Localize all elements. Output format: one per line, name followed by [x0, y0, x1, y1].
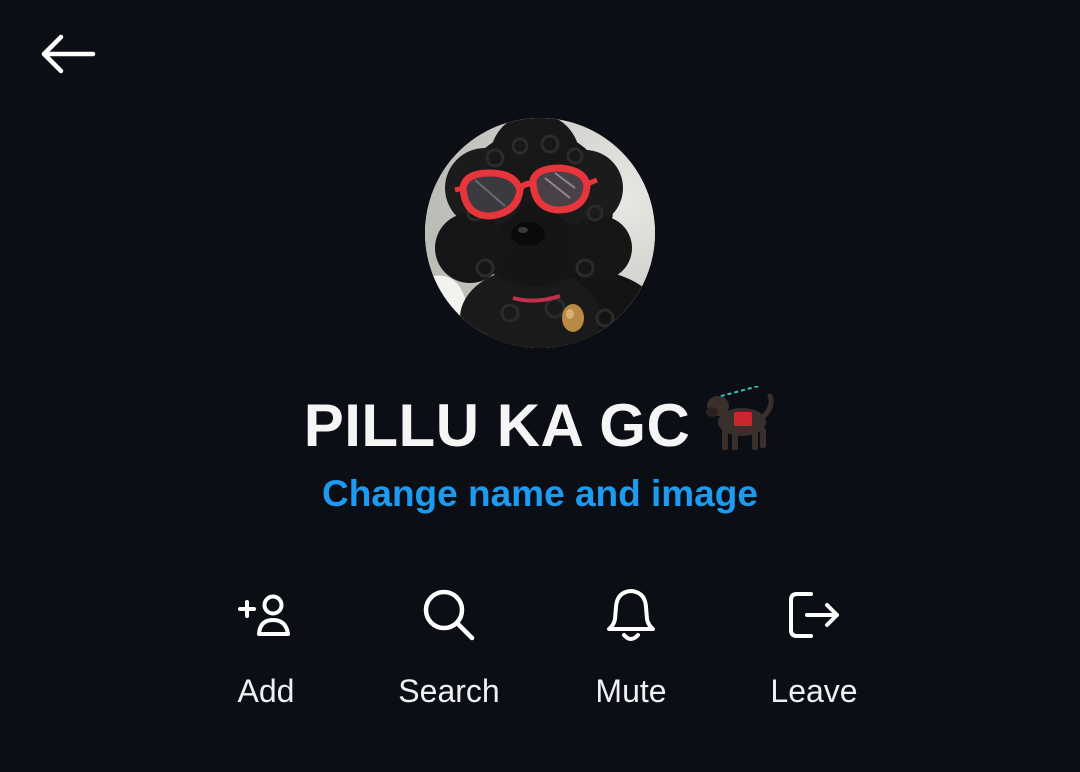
- bell-icon: [540, 580, 722, 650]
- back-button[interactable]: [34, 26, 100, 82]
- add-label: Add: [237, 673, 295, 709]
- leave-icon: [723, 580, 905, 650]
- leave-label: Leave: [770, 673, 858, 709]
- group-avatar[interactable]: [425, 118, 655, 348]
- group-name-text: PILLU KA GC: [303, 392, 691, 459]
- search-label: Search: [398, 673, 500, 709]
- group-name: PILLU KA GC: [0, 383, 1080, 471]
- dog-photo: [425, 118, 655, 348]
- mute-label: Mute: [595, 673, 667, 709]
- add-person-icon: [175, 580, 357, 650]
- mute-button[interactable]: Mute: [540, 570, 722, 720]
- change-name-and-image-link[interactable]: Change name and image: [0, 470, 1080, 518]
- action-bar: Add Search Mute Leave: [175, 570, 905, 730]
- search-button[interactable]: Search: [358, 570, 540, 720]
- arrow-left-icon: [41, 34, 96, 74]
- service-dog-emoji: [704, 383, 776, 471]
- conversation-info-screen: PILLU KA GC Change name and image Add Se…: [0, 0, 1080, 772]
- search-icon: [358, 580, 540, 650]
- add-people-button[interactable]: Add: [175, 570, 357, 720]
- leave-button[interactable]: Leave: [723, 570, 905, 720]
